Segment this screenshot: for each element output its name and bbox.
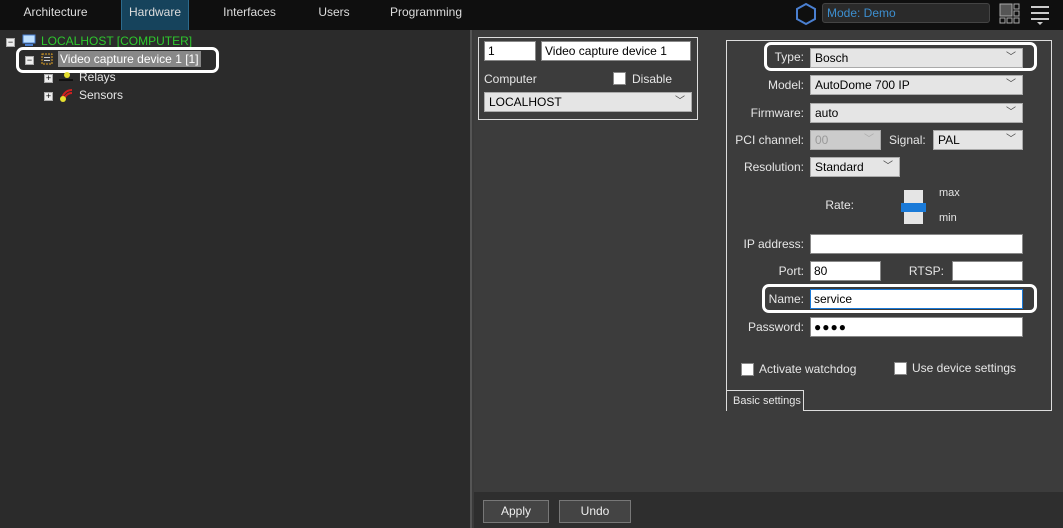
- tab-hardware[interactable]: Hardware: [121, 0, 189, 30]
- signal-select[interactable]: PAL ﹀: [933, 130, 1023, 150]
- rate-label: Rate:: [825, 198, 854, 212]
- rtsp-input[interactable]: [952, 261, 1023, 281]
- expand-icon[interactable]: +: [44, 74, 53, 83]
- tab-interfaces[interactable]: Interfaces: [212, 0, 287, 30]
- highlight-device: [16, 47, 219, 73]
- ip-label: IP address:: [743, 237, 804, 251]
- firmware-value: auto: [815, 106, 839, 120]
- rate-min: min: [939, 212, 957, 224]
- watchdog-checkbox[interactable]: [741, 363, 754, 376]
- computer-label: Computer: [484, 72, 537, 86]
- mode-indicator[interactable]: Mode: Demo: [822, 3, 990, 23]
- settings-panel: Type: Bosch ﹀ Model: AutoDome 700 IP ﹀ Fir…: [724, 30, 1063, 492]
- pci-select[interactable]: 00 ﹀: [810, 130, 881, 150]
- collapse-icon[interactable]: −: [6, 38, 15, 47]
- layout-grid-icon[interactable]: [999, 3, 1021, 25]
- device-name-input[interactable]: Video capture device 1: [541, 41, 691, 61]
- resolution-value: Standard: [815, 160, 864, 174]
- apply-button[interactable]: Apply: [483, 500, 549, 523]
- chevron-down-icon: ﹀: [675, 96, 685, 107]
- hexagon-icon[interactable]: [794, 2, 818, 26]
- sensor-icon: [60, 88, 73, 102]
- rate-slider-thumb[interactable]: [901, 203, 926, 212]
- port-label: Port:: [778, 264, 804, 278]
- password-input[interactable]: ●●●●: [810, 317, 1023, 337]
- tree-sensors[interactable]: Sensors: [79, 87, 123, 103]
- firmware-select[interactable]: auto ﹀: [810, 103, 1023, 123]
- model-select[interactable]: AutoDome 700 IP ﹀: [810, 75, 1023, 95]
- firmware-label: Firmware:: [750, 106, 804, 120]
- device-panel: 1 Video capture device 1 Computer Disabl…: [474, 30, 724, 492]
- chevron-down-icon: ﹀: [864, 134, 874, 145]
- pci-value: 00: [815, 133, 829, 147]
- chevron-down-icon: ﹀: [1006, 79, 1016, 90]
- relay-icon: [59, 72, 73, 81]
- resolution-select[interactable]: Standard ﹀: [810, 157, 900, 177]
- device-id-input[interactable]: 1: [484, 41, 536, 61]
- use-device-settings-checkbox[interactable]: [894, 362, 907, 375]
- tab-users[interactable]: Users: [310, 0, 358, 30]
- resolution-label: Resolution:: [743, 160, 804, 174]
- chevron-down-icon: ﹀: [1006, 134, 1016, 145]
- password-label: Password:: [747, 320, 804, 334]
- tab-architecture[interactable]: Architecture: [8, 0, 103, 30]
- rtsp-label: RTSP:: [908, 264, 944, 278]
- device-box: 1 Video capture device 1 Computer Disabl…: [478, 37, 698, 120]
- settings-box: [726, 40, 1052, 411]
- undo-button[interactable]: Undo: [559, 500, 631, 523]
- ip-input[interactable]: [810, 234, 1023, 254]
- computer-select[interactable]: LOCALHOST ﹀: [484, 92, 692, 112]
- tab-basic-settings[interactable]: Basic settings: [726, 390, 804, 411]
- signal-value: PAL: [938, 133, 960, 147]
- menu-icon[interactable]: [1030, 4, 1050, 26]
- footer-bar: Apply Undo: [474, 492, 1063, 528]
- hardware-tree: − LOCALHOST [COMPUTER] − Video capture d…: [0, 30, 472, 528]
- tree-relays[interactable]: Relays: [79, 69, 116, 85]
- model-value: AutoDome 700 IP: [815, 78, 910, 92]
- signal-label: Signal:: [889, 133, 926, 147]
- watchdog-label: Activate watchdog: [759, 362, 857, 376]
- rate-slider[interactable]: [901, 190, 926, 224]
- highlight-type: [764, 42, 1037, 71]
- computer-value: LOCALHOST: [489, 95, 562, 109]
- disable-label: Disable: [632, 72, 673, 86]
- disable-checkbox[interactable]: [613, 72, 626, 85]
- expand-icon[interactable]: +: [44, 92, 53, 101]
- computer-icon: [22, 34, 36, 46]
- use-device-settings-label: Use device settings: [912, 361, 1017, 375]
- pci-label: PCI channel:: [735, 133, 804, 147]
- port-input[interactable]: 80: [810, 261, 881, 281]
- highlight-name: [762, 284, 1037, 313]
- tab-programming[interactable]: Programming: [386, 0, 466, 30]
- top-nav: Architecture Hardware Interfaces Users P…: [0, 0, 1063, 30]
- rate-max: max: [939, 187, 960, 199]
- chevron-down-icon: ﹀: [1006, 107, 1016, 118]
- chevron-down-icon: ﹀: [883, 161, 893, 172]
- model-label: Model:: [767, 78, 804, 92]
